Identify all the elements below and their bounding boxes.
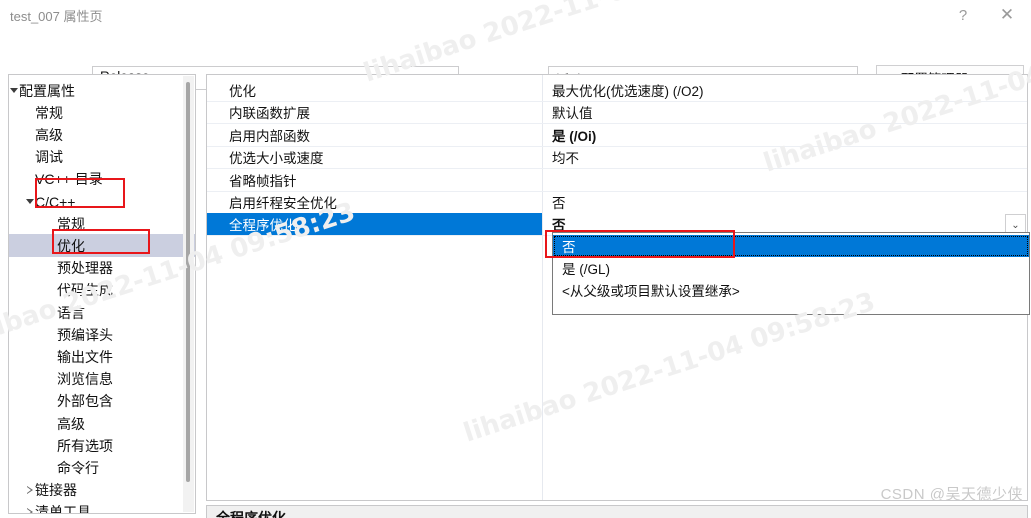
description-panel: 全程序优化 [206, 505, 1028, 518]
dropdown-option[interactable]: 否 [553, 235, 1029, 257]
grid-row[interactable]: 优化 最大优化(优选速度) (/O2) [207, 79, 1027, 102]
tree-item-label: 清单工具 [35, 504, 91, 514]
expander-collapse-icon[interactable] [23, 190, 37, 213]
tree-item-label: 预编译头 [57, 326, 113, 343]
tree-item-label: C/C++ [35, 193, 76, 210]
grid-row-value[interactable]: 默认值 [543, 101, 1027, 123]
properties-tree[interactable]: 配置属性 常规 高级 调试 VC++ 目录 C/C++ 常规 优化 预处理器 代码生成 语言 预编译头… [8, 74, 196, 514]
grid-row-value[interactable] [543, 169, 1027, 191]
tree-item-label: 高级 [35, 126, 63, 143]
tree-item-15[interactable]: 高级 [9, 412, 195, 435]
dropdown-option[interactable]: 是 (/GL) [553, 257, 1029, 279]
tree-item-16[interactable]: 所有选项 [9, 434, 195, 457]
tree-item-1[interactable]: 常规 [9, 101, 195, 124]
tree-item-7[interactable]: 优化 [9, 234, 195, 258]
window-title: test_007 属性页 [10, 9, 103, 24]
tree-item-2[interactable]: 高级 [9, 123, 195, 146]
grid-row-value[interactable]: 否 [543, 191, 1027, 213]
grid-row[interactable]: 启用内部函数 是 (/Oi) [207, 124, 1027, 147]
tree-item-label: 优化 [57, 237, 85, 254]
value-dropdown-popup[interactable]: 否是 (/GL) <从父级或项目默认设置继承> [552, 232, 1030, 315]
tree-item-label: VC++ 目录 [35, 171, 103, 188]
tree-item-8[interactable]: 预处理器 [9, 257, 195, 280]
grid-row-name: 启用内部函数 [229, 128, 310, 144]
tree-item-17[interactable]: 命令行 [9, 456, 195, 479]
grid-row[interactable]: 优选大小或速度 均不 [207, 146, 1027, 170]
properties-dialog: lihaibao 2022-11-04 09:58:23 lihaibao 20… [0, 0, 1031, 518]
expander-expand-icon[interactable] [23, 479, 37, 502]
tree-item-5[interactable]: C/C++ [9, 190, 195, 213]
tree-item-label: 代码生成 [57, 282, 113, 299]
description-title: 全程序优化 [216, 510, 286, 518]
configuration-bar: 配置(C): Release ⌄ 平台(P): 活动(x64) ⌄ 配置管理器(… [0, 30, 1031, 90]
grid-row-name: 内联函数扩展 [229, 106, 310, 122]
tree-item-19[interactable]: 清单工具 [9, 501, 195, 514]
tree-item-13[interactable]: 浏览信息 [9, 368, 195, 391]
grid-row[interactable]: 省略帧指针 [207, 169, 1027, 192]
tree-item-11[interactable]: 预编译头 [9, 323, 195, 346]
grid-row-name: 全程序优化 [207, 213, 542, 236]
grid-row-value[interactable]: 最大优化(优选速度) (/O2) [543, 79, 1027, 101]
expander-expand-icon[interactable] [23, 501, 37, 513]
grid-row-name: 启用纤程安全优化 [229, 196, 337, 211]
tree-scrollbar-thumb[interactable] [186, 82, 190, 482]
grid-row-name: 省略帧指针 [229, 173, 297, 189]
tree-item-4[interactable]: VC++ 目录 [9, 168, 195, 191]
tree-item-label: 浏览信息 [57, 371, 113, 388]
grid-row-name: 优化 [229, 84, 256, 99]
tree-item-3[interactable]: 调试 [9, 146, 195, 169]
tree-item-label: 常规 [57, 215, 85, 232]
tree-item-label: 所有选项 [57, 437, 113, 454]
tree-item-18[interactable]: 链接器 [9, 479, 195, 502]
tree-item-12[interactable]: 输出文件 [9, 345, 195, 368]
grid-row-value[interactable]: 是 (/Oi) [543, 124, 1027, 146]
tree-item-10[interactable]: 语言 [9, 301, 195, 324]
tree-item-label: 常规 [35, 104, 63, 121]
dropdown-option[interactable]: <从父级或项目默认设置继承> [553, 279, 1029, 301]
title-bar: test_007 属性页 ? ✕ [0, 0, 1031, 30]
tree-item-label: 输出文件 [57, 348, 113, 365]
help-question-icon[interactable]: ? [943, 0, 983, 30]
tree-item-label: 配置属性 [19, 82, 75, 99]
tree-item-9[interactable]: 代码生成 [9, 279, 195, 302]
tree-item-label: 外部包含 [57, 393, 113, 410]
tree-item-6[interactable]: 常规 [9, 212, 195, 235]
tree-item-label: 调试 [35, 149, 63, 166]
tree-item-14[interactable]: 外部包含 [9, 390, 195, 413]
tree-item-0[interactable]: 配置属性 [9, 79, 195, 102]
grid-row[interactable]: 内联函数扩展 默认值 [207, 101, 1027, 125]
tree-item-label: 链接器 [35, 482, 77, 499]
close-icon[interactable]: ✕ [987, 0, 1027, 30]
grid-row-value[interactable]: 均不 [543, 146, 1027, 168]
tree-item-label: 预处理器 [57, 260, 113, 277]
expander-collapse-icon[interactable] [9, 79, 21, 102]
tree-item-label: 语言 [57, 304, 85, 321]
tree-item-label: 命令行 [57, 459, 99, 476]
tree-item-label: 高级 [57, 415, 85, 432]
grid-row-name: 优选大小或速度 [229, 151, 324, 167]
grid-row[interactable]: 启用纤程安全优化 否 [207, 191, 1027, 214]
tree-scrollbar[interactable] [183, 76, 194, 512]
